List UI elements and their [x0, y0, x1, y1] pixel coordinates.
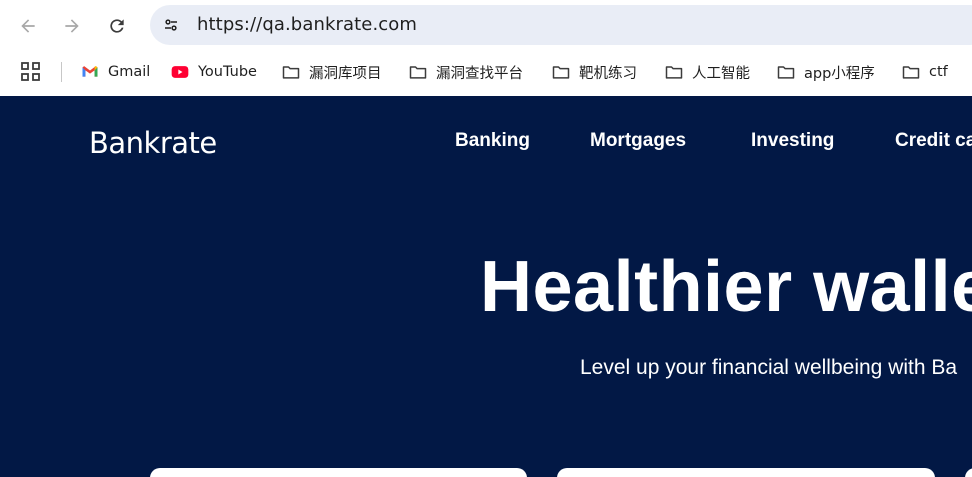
product-card[interactable] — [965, 468, 972, 477]
nav-banking[interactable]: Banking — [455, 130, 530, 152]
hero-subtitle: Level up your financial wellbeing with B… — [580, 356, 958, 379]
bookmark-label: app小程序 — [804, 65, 875, 82]
bankrate-page: Bankrate Banking Mortgages Investing Cre… — [0, 96, 972, 477]
folder-icon — [551, 62, 571, 82]
bookmark-label: ctf — [929, 64, 948, 80]
nav-investing[interactable]: Investing — [751, 130, 834, 152]
folder-icon — [664, 62, 684, 82]
bankrate-logo[interactable]: Bankrate — [89, 126, 217, 160]
bookmark-folder-vuln-search[interactable]: 漏洞查找平台 — [408, 60, 523, 84]
bookmark-label: YouTube — [198, 64, 257, 80]
nav-mortgages[interactable]: Mortgages — [590, 130, 686, 152]
forward-arrow-icon — [65, 19, 79, 33]
apps-button[interactable] — [20, 61, 42, 83]
youtube-icon — [170, 62, 190, 82]
nav-credit-cards[interactable]: Credit ca — [895, 130, 972, 152]
address-bar[interactable]: https://qa.bankrate.com — [150, 5, 972, 45]
bookmark-label: 人工智能 — [692, 65, 750, 82]
bookmark-folder-ctf[interactable]: ctf — [901, 60, 948, 84]
bookmark-label: Gmail — [108, 64, 151, 80]
bookmark-folder-vuln-library[interactable]: 漏洞库项目 — [281, 60, 382, 84]
bookmark-label: 靶机练习 — [579, 65, 637, 82]
reload-icon — [110, 19, 124, 33]
bookmark-folder-ai[interactable]: 人工智能 — [664, 60, 750, 84]
folder-icon — [281, 62, 301, 82]
url-text[interactable]: https://qa.bankrate.com — [197, 14, 417, 35]
bookmark-folder-app-miniprogram[interactable]: app小程序 — [776, 60, 875, 84]
forward-button[interactable] — [56, 10, 88, 42]
reload-button[interactable] — [101, 10, 133, 42]
site-info-button[interactable] — [157, 11, 185, 39]
bookmark-label: 漏洞库项目 — [309, 65, 382, 82]
back-arrow-icon — [21, 19, 35, 33]
bookmark-label: 漏洞查找平台 — [436, 65, 523, 82]
bookmark-folder-target-practice[interactable]: 靶机练习 — [551, 60, 637, 84]
apps-grid-icon — [21, 62, 40, 81]
product-card[interactable] — [150, 468, 527, 477]
folder-icon — [408, 62, 428, 82]
folder-icon — [776, 62, 796, 82]
folder-icon — [901, 62, 921, 82]
bookmark-gmail[interactable]: Gmail — [80, 60, 150, 84]
gmail-icon — [80, 62, 100, 82]
bookmark-youtube[interactable]: YouTube — [170, 60, 257, 84]
back-button[interactable] — [12, 10, 44, 42]
product-card[interactable] — [557, 468, 935, 477]
bookmarks-separator — [61, 62, 62, 82]
hero-title: Healthier wallet — [480, 247, 972, 327]
browser-toolbar: https://qa.bankrate.com — [0, 0, 972, 50]
tune-icon — [165, 19, 177, 31]
